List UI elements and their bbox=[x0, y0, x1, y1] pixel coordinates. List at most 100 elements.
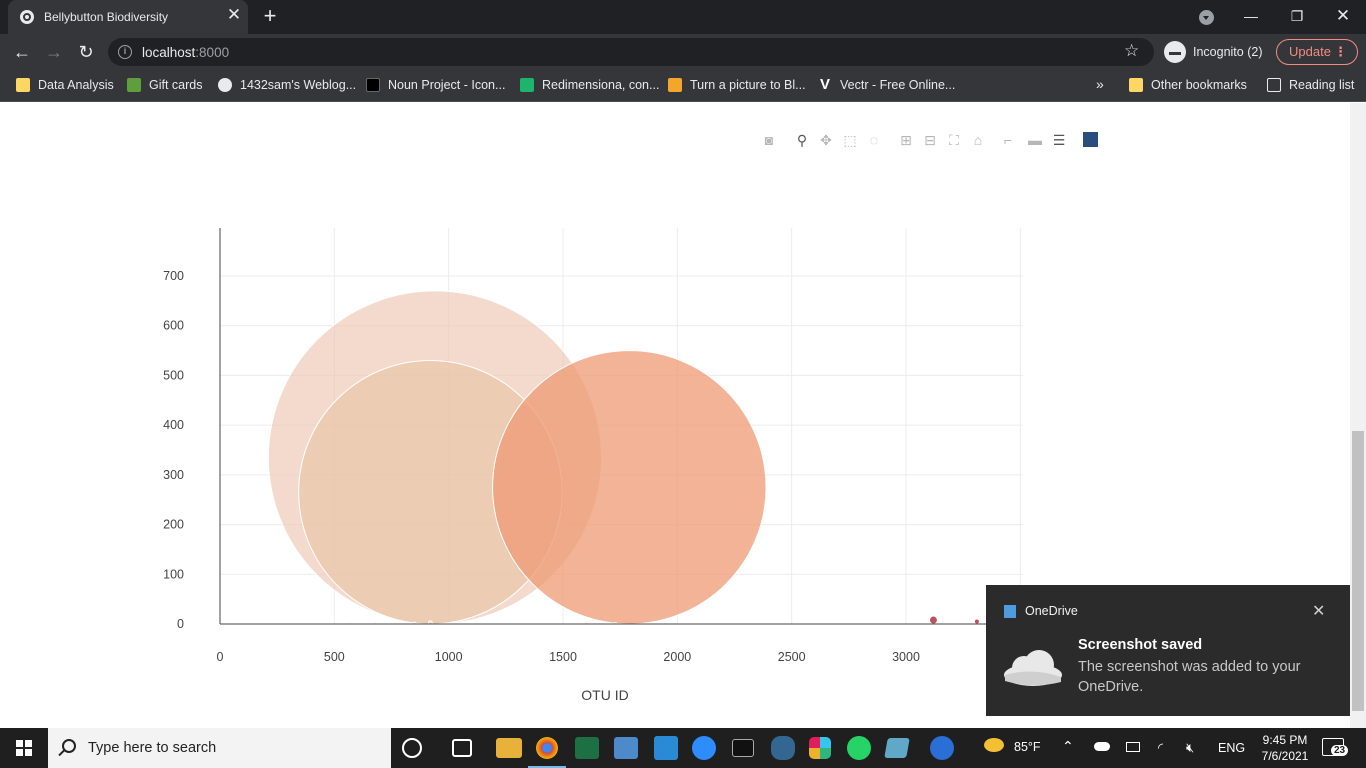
reading-list-label: Reading list bbox=[1289, 78, 1355, 92]
y-tick-label: 700 bbox=[163, 269, 184, 283]
x-tick-label: 1000 bbox=[435, 650, 463, 664]
forward-icon[interactable]: → bbox=[42, 40, 66, 64]
clock-date: 7/6/2021 bbox=[1261, 749, 1309, 763]
bookmarks-bar: Data Analysis Gift cards 1432sam's Weblo… bbox=[0, 70, 1366, 102]
x-tick-labels: 0 500 1000 1500 2000 2500 3000 bbox=[217, 650, 920, 664]
bubble-point bbox=[492, 350, 767, 625]
url-host: localhost bbox=[142, 45, 196, 60]
battery-icon[interactable] bbox=[1126, 742, 1140, 752]
x-tick-label: 2000 bbox=[663, 650, 691, 664]
onedrive-tray-icon[interactable] bbox=[1094, 742, 1110, 751]
start-button[interactable] bbox=[0, 728, 48, 768]
y-tick-label: 600 bbox=[163, 319, 184, 333]
vscode-icon[interactable] bbox=[654, 736, 678, 760]
back-icon[interactable]: ← bbox=[10, 40, 34, 64]
bookmark-label: Vectr - Free Online... bbox=[840, 78, 956, 92]
toast-body: The screenshot was added to your OneDriv… bbox=[1078, 659, 1301, 695]
bookmark-label: Redimensiona, con... bbox=[542, 78, 660, 92]
bookmark-label: Gift cards bbox=[149, 78, 203, 92]
y-tick-label: 500 bbox=[163, 368, 184, 382]
cortana-icon[interactable] bbox=[402, 738, 422, 758]
onedrive-notification[interactable]: OneDrive ✕ Screenshot saved The screensh… bbox=[986, 585, 1350, 716]
toast-app-name: OneDrive bbox=[1025, 604, 1078, 618]
x-tick-label: 500 bbox=[324, 650, 345, 664]
x-tick-label: 1500 bbox=[549, 650, 577, 664]
task-view-icon[interactable] bbox=[452, 739, 472, 757]
terminal-icon[interactable] bbox=[732, 739, 754, 757]
folder-icon bbox=[1129, 78, 1143, 92]
chrome-icon[interactable] bbox=[536, 737, 558, 759]
url-port: :8000 bbox=[195, 45, 230, 60]
photos-icon[interactable] bbox=[614, 737, 638, 759]
bookmark-label: 1432sam's Weblog... bbox=[240, 78, 357, 92]
redimensiona-icon bbox=[520, 78, 534, 92]
onedrive-app-icon bbox=[1004, 605, 1016, 618]
close-window-button[interactable]: ✕ bbox=[1320, 0, 1366, 34]
y-tick-label: 100 bbox=[163, 567, 184, 581]
notification-center-icon[interactable]: 23 bbox=[1322, 738, 1349, 756]
picture-icon bbox=[668, 78, 682, 92]
bookmark-label: Turn a picture to Bl... bbox=[690, 78, 806, 92]
incognito-label: Incognito (2) bbox=[1193, 45, 1263, 59]
bookmark-star-icon[interactable]: ☆ bbox=[1124, 41, 1139, 61]
site-info-icon[interactable]: i bbox=[118, 45, 132, 59]
language-indicator[interactable]: ENG bbox=[1218, 741, 1245, 755]
postgres-icon[interactable] bbox=[771, 736, 795, 760]
windows-taskbar: Type here to search 85°F ⌃ ◜ 🔇︎ ENG 9:45… bbox=[0, 728, 1366, 768]
wifi-icon[interactable]: ◜ bbox=[1158, 740, 1163, 756]
globe-icon bbox=[20, 10, 34, 24]
vectr-icon: V bbox=[819, 76, 830, 93]
chevron-up-icon[interactable]: ⌃ bbox=[1062, 738, 1074, 755]
more-bookmarks-chevron-icon[interactable]: » bbox=[1096, 76, 1104, 92]
reload-icon[interactable]: ↻ bbox=[74, 40, 98, 64]
bubble-series bbox=[267, 290, 980, 626]
help-icon[interactable] bbox=[930, 736, 954, 760]
windows-logo-icon bbox=[16, 740, 32, 756]
search-placeholder: Type here to search bbox=[88, 740, 217, 756]
y-tick-label: 200 bbox=[163, 518, 184, 532]
update-button[interactable]: Update ⋮ bbox=[1276, 39, 1358, 65]
browser-tab[interactable]: Bellybutton Biodiversity ✕ bbox=[8, 0, 248, 34]
y-tick-label: 300 bbox=[163, 468, 184, 482]
notes-icon[interactable] bbox=[884, 738, 910, 758]
incognito-icon bbox=[1164, 41, 1186, 63]
x-tick-label: 3000 bbox=[892, 650, 920, 664]
tab-strip: Bellybutton Biodiversity ✕ + — ❐ ✕ bbox=[0, 0, 1366, 34]
clock-time: 9:45 PM bbox=[1262, 733, 1308, 747]
volume-muted-icon[interactable]: 🔇︎ bbox=[1186, 740, 1194, 756]
bubble-point bbox=[973, 618, 980, 625]
scrollbar-thumb[interactable] bbox=[1352, 431, 1364, 711]
wordpress-icon bbox=[218, 78, 232, 92]
close-icon[interactable]: ✕ bbox=[1312, 601, 1325, 621]
notification-count: 23 bbox=[1331, 745, 1349, 756]
url-text[interactable]: localhost:8000 bbox=[142, 45, 229, 60]
search-icon bbox=[62, 739, 76, 753]
clock[interactable]: 9:45 PM 7/6/2021 bbox=[1250, 732, 1320, 764]
bookmark-label: Data Analysis bbox=[38, 78, 114, 92]
page-scrollbar[interactable] bbox=[1350, 103, 1366, 728]
slack-icon[interactable] bbox=[809, 737, 831, 759]
weather-icon[interactable] bbox=[984, 738, 1004, 752]
restore-button[interactable]: ❐ bbox=[1274, 0, 1320, 34]
reading-list-icon bbox=[1267, 78, 1281, 92]
whatsapp-icon[interactable] bbox=[847, 736, 871, 760]
x-tick-label: 2500 bbox=[778, 650, 806, 664]
excel-icon[interactable] bbox=[575, 737, 599, 759]
minimize-button[interactable]: — bbox=[1228, 0, 1274, 34]
zoom-app-icon[interactable] bbox=[692, 736, 716, 760]
bubble-point bbox=[928, 615, 938, 625]
menu-dots-icon: ⋮ bbox=[1334, 44, 1347, 59]
y-tick-labels: 0 100 200 300 400 500 600 700 bbox=[163, 269, 184, 631]
shopify-icon bbox=[127, 78, 141, 92]
browser-toolbar: ← → ↻ i localhost:8000 ☆ Incognito (2) U… bbox=[0, 34, 1366, 70]
x-tick-label: 0 bbox=[217, 650, 224, 664]
address-bar[interactable]: i localhost:8000 ☆ bbox=[108, 38, 1154, 66]
file-explorer-icon[interactable] bbox=[496, 738, 522, 758]
new-tab-button[interactable]: + bbox=[258, 5, 282, 29]
cloud-icon bbox=[1004, 650, 1062, 686]
other-bookmarks-label: Other bookmarks bbox=[1151, 78, 1247, 92]
close-tab-icon[interactable]: ✕ bbox=[225, 6, 243, 24]
weather-temp[interactable]: 85°F bbox=[1014, 740, 1041, 754]
tab-search-icon[interactable] bbox=[1199, 10, 1214, 25]
taskbar-search-box[interactable]: Type here to search bbox=[48, 728, 391, 768]
